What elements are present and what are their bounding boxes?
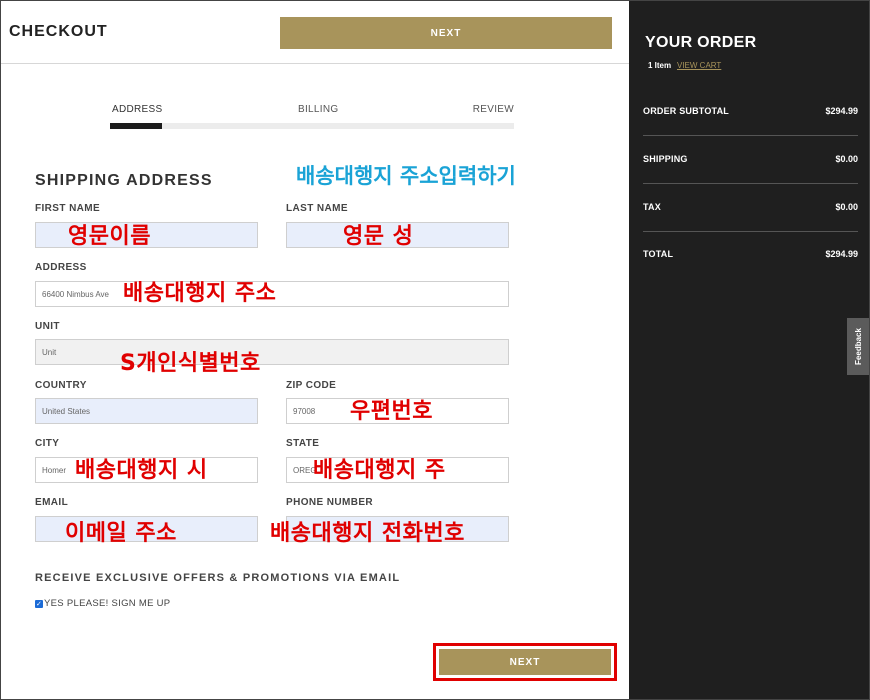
checkout-header: CHECKOUT NEXT [0, 0, 629, 64]
annotation-phone: 배송대행지 전화번호 [270, 521, 465, 546]
tax-value: $0.00 [835, 202, 858, 212]
first-name-label: FIRST NAME [35, 203, 101, 214]
phone-label: PHONE NUMBER [286, 497, 374, 508]
shipping-value: $0.00 [835, 154, 858, 164]
signup-checkbox[interactable]: ✓ [35, 599, 43, 608]
shipping-address-heading: SHIPPING ADDRESS [35, 172, 213, 189]
order-summary-panel: YOUR ORDER 1 Item VIEW CART ORDER SUBTOT… [629, 0, 870, 700]
shipping-label: SHIPPING [643, 154, 688, 164]
unit-field[interactable]: Unit [35, 339, 509, 365]
unit-label: UNIT [35, 321, 60, 332]
last-name-label: LAST NAME [286, 203, 348, 214]
country-select[interactable]: United States [35, 398, 258, 424]
annotation-title: 배송대행지 주소입력하기 [296, 164, 516, 188]
step-address[interactable]: ADDRESS [112, 104, 162, 115]
total-label: TOTAL [643, 249, 674, 259]
email-label: EMAIL [35, 497, 69, 508]
next-button-highlight: NEXT [433, 643, 617, 681]
checkout-steps: ADDRESS BILLING REVIEW [110, 104, 514, 130]
city-label: CITY [35, 438, 60, 449]
tax-label: TAX [643, 202, 661, 212]
order-divider [643, 135, 858, 136]
feedback-tab[interactable]: Feedback [847, 318, 870, 375]
step-billing[interactable]: BILLING [298, 104, 338, 115]
order-title: YOUR ORDER [645, 34, 757, 51]
state-label: STATE [286, 438, 320, 449]
total-value: $294.99 [825, 249, 858, 259]
signup-label: YES PLEASE! SIGN ME UP [44, 598, 171, 609]
steps-progress-track [110, 123, 514, 129]
annotation-city: 배송대행지 시 [75, 458, 208, 483]
annotation-state: 배송대행지 주 [313, 458, 446, 483]
next-button-top[interactable]: NEXT [280, 17, 612, 49]
steps-progress-active [110, 123, 162, 129]
annotation-unit: S개인식별번호 [120, 351, 261, 376]
annotation-last-name: 영문 성 [343, 224, 414, 249]
annotation-zip: 우편번호 [350, 399, 433, 424]
subtotal-label: ORDER SUBTOTAL [643, 106, 729, 116]
signup-option[interactable]: ✓ YES PLEASE! SIGN ME UP [35, 598, 170, 609]
next-button-bottom[interactable]: NEXT [439, 649, 611, 675]
feedback-label: Feedback [854, 328, 863, 365]
view-cart-link[interactable]: VIEW CART [677, 61, 721, 70]
subtotal-value: $294.99 [825, 106, 858, 116]
step-review[interactable]: REVIEW [473, 104, 514, 115]
country-label: COUNTRY [35, 380, 87, 391]
page-title: CHECKOUT [9, 23, 108, 40]
zip-label: ZIP CODE [286, 380, 337, 391]
offers-heading: RECEIVE EXCLUSIVE OFFERS & PROMOTIONS VI… [35, 572, 401, 584]
annotation-address: 배송대행지 주소 [123, 281, 277, 306]
annotation-email: 이메일 주소 [65, 521, 177, 546]
order-divider [643, 183, 858, 184]
address-label: ADDRESS [35, 262, 87, 273]
annotation-first-name: 영문이름 [68, 224, 151, 249]
item-count: 1 Item [648, 61, 672, 70]
order-divider [643, 231, 858, 232]
